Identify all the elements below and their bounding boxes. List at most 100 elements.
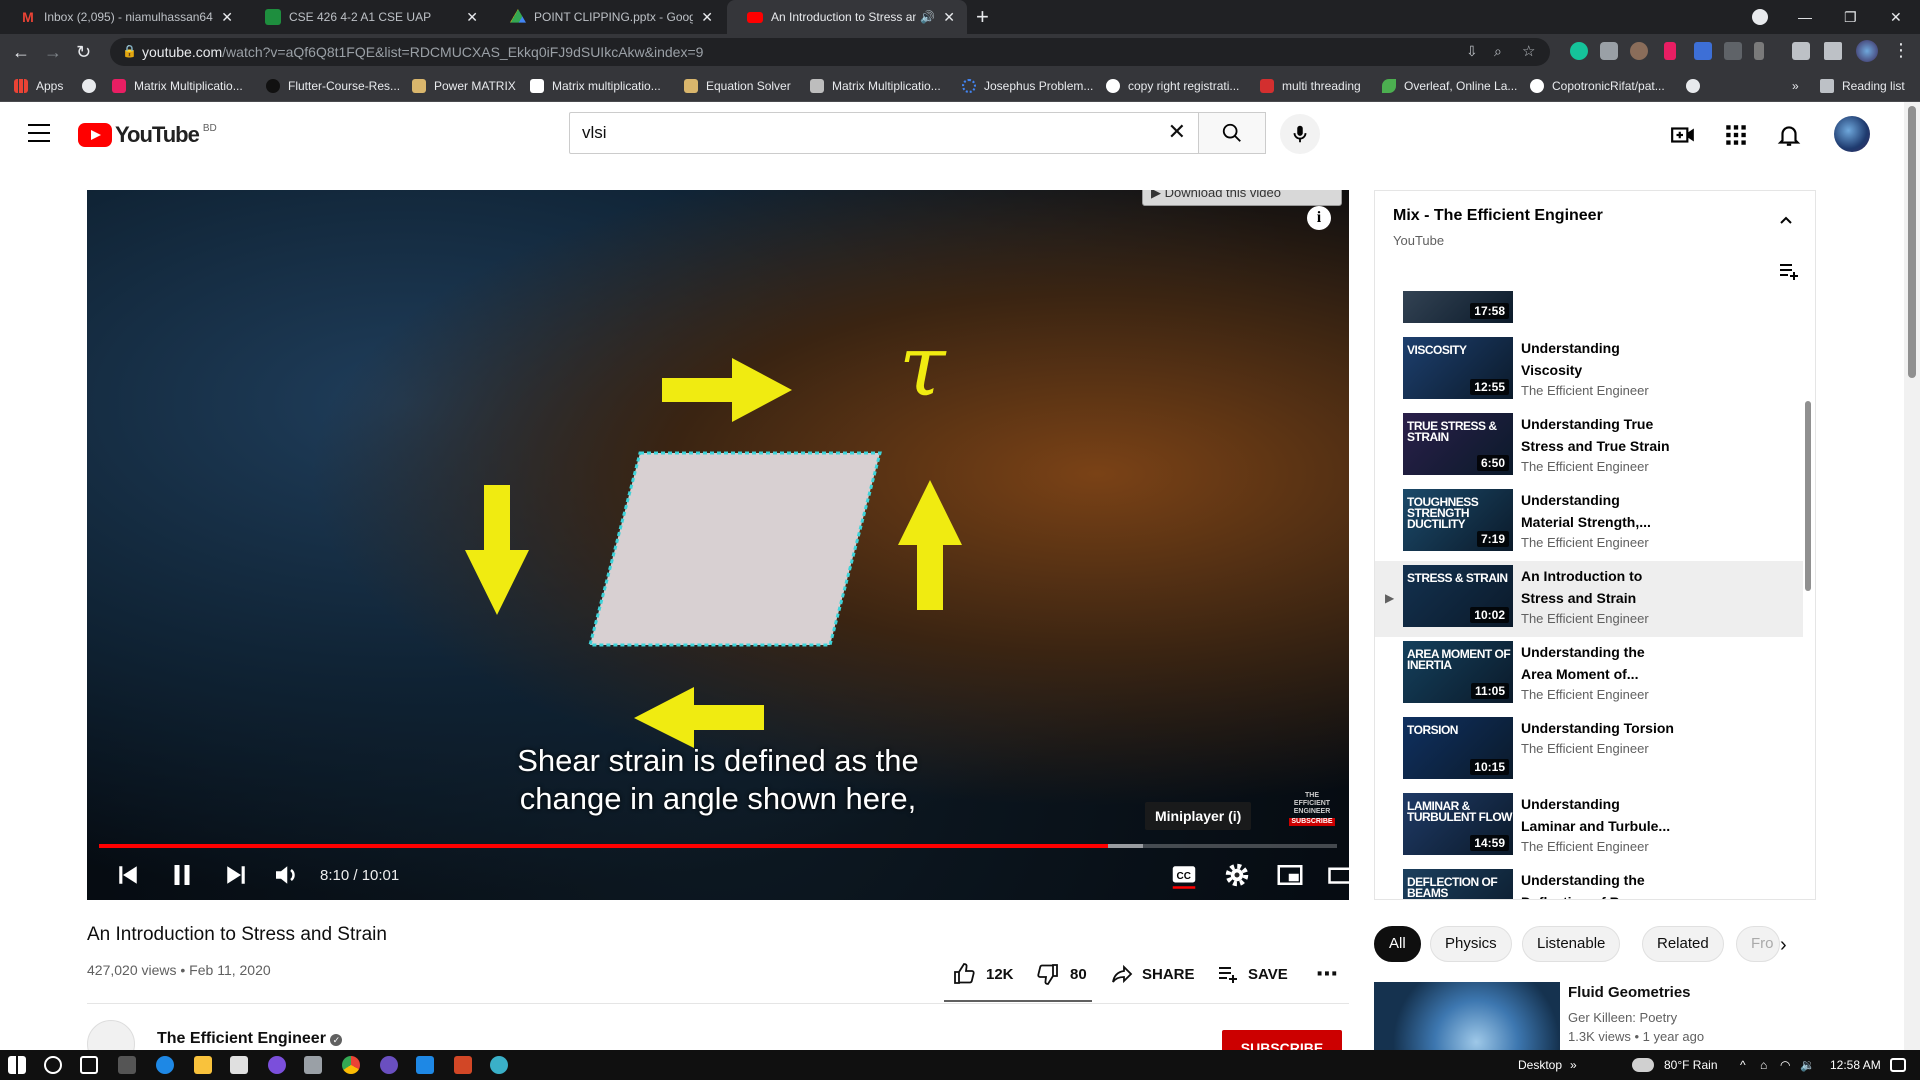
- chrome-icon[interactable]: [342, 1056, 360, 1074]
- playlist-thumbnail[interactable]: 17:58: [1403, 291, 1513, 323]
- pause-icon[interactable]: [167, 860, 197, 890]
- bookmark-item[interactable]: Josephus Problem...: [962, 70, 1093, 102]
- more-actions-icon[interactable]: ⋯: [1316, 956, 1338, 992]
- progress-bar[interactable]: [99, 844, 1337, 848]
- voice-search-button[interactable]: [1280, 114, 1320, 154]
- close-window-button[interactable]: ✕: [1890, 0, 1902, 34]
- next-icon[interactable]: [221, 860, 251, 890]
- desktop-label[interactable]: Desktop: [1518, 1058, 1562, 1072]
- search-box[interactable]: ✕: [569, 112, 1199, 154]
- playlist-scrollbar[interactable]: [1805, 401, 1811, 591]
- speaker-icon[interactable]: 🔊: [920, 10, 935, 24]
- chip-physics[interactable]: Physics: [1430, 926, 1512, 962]
- edge-icon[interactable]: [156, 1056, 174, 1074]
- bookmark-item[interactable]: multi threading: [1260, 70, 1361, 102]
- playlist-item-text[interactable]: Understanding True Stress and True Strain…: [1521, 413, 1691, 474]
- volume-icon[interactable]: [271, 860, 301, 890]
- playlist-item[interactable]: TOUGHNESS STRENGTH DUCTILITY 7:19 Understa…: [1375, 485, 1803, 561]
- channel-watermark[interactable]: THE EFFICIENT ENGINEER SUBSCRIBE: [1289, 792, 1335, 832]
- playlist-thumbnail[interactable]: AREA MOMENT OF INERTIA 11:05: [1403, 641, 1513, 703]
- mail-icon[interactable]: [230, 1056, 248, 1074]
- tray-chevron-icon[interactable]: ^: [1740, 1058, 1746, 1072]
- vscode-icon[interactable]: [416, 1056, 434, 1074]
- playlist-item[interactable]: TRUE STRESS & STRAIN 6:50 Understanding Tr…: [1375, 409, 1803, 485]
- playlist-item-text[interactable]: Understanding the Area Moment of... The Ef…: [1521, 641, 1691, 702]
- weather-cloud-icon[interactable]: [1632, 1058, 1654, 1072]
- playlist-item[interactable]: AREA MOMENT OF INERTIA 11:05 Understanding…: [1375, 637, 1803, 713]
- bookmark-item[interactable]: Matrix Multiplicatio...: [810, 70, 941, 102]
- chip-related[interactable]: Related: [1642, 926, 1724, 962]
- lock-icon[interactable]: 🔒: [122, 44, 137, 58]
- chevron-right-icon[interactable]: ›: [1780, 934, 1787, 957]
- clear-search-icon[interactable]: ✕: [1168, 119, 1186, 145]
- search-input[interactable]: [570, 113, 1130, 153]
- playlist-thumbnail[interactable]: TRUE STRESS & STRAIN 6:50: [1403, 413, 1513, 475]
- zoom-icon[interactable]: ⌕: [1494, 43, 1502, 60]
- file-explorer-icon[interactable]: [194, 1056, 212, 1074]
- chip-all[interactable]: All: [1374, 926, 1421, 962]
- playlist-item[interactable]: VISCOSITY 12:55 Understanding Viscosity The …: [1375, 333, 1803, 409]
- playlist-thumbnail[interactable]: STRESS & STRAIN 10:02: [1403, 565, 1513, 627]
- reload-icon[interactable]: ↻: [76, 42, 91, 63]
- bookmark-item[interactable]: Matrix Multiplicatio...: [112, 70, 243, 102]
- search-button[interactable]: [1198, 112, 1266, 154]
- playlist-thumbnail[interactable]: LAMINAR & TURBULENT FLOW 14:59: [1403, 793, 1513, 855]
- playlist-thumbnail[interactable]: DEFLECTION OF BEAMS: [1403, 869, 1513, 899]
- playlist-item[interactable]: 17:58The Efficient Engineer: [1375, 291, 1803, 333]
- app-icon[interactable]: [490, 1056, 508, 1074]
- apps-grid-icon[interactable]: [1723, 122, 1749, 148]
- dislike-count[interactable]: 80: [1070, 966, 1087, 983]
- tab-search-icon[interactable]: [1752, 0, 1768, 34]
- download-extension-icon[interactable]: [1694, 42, 1712, 60]
- theater-mode-icon[interactable]: [1327, 860, 1349, 890]
- playlist-item[interactable]: TORSION 10:15 Understanding Torsion The Eff…: [1375, 713, 1803, 789]
- new-tab-button[interactable]: +: [976, 4, 989, 30]
- previous-icon[interactable]: [113, 860, 143, 890]
- close-tab-icon[interactable]: ✕: [221, 9, 233, 26]
- collapse-chevron-icon[interactable]: [1779, 213, 1793, 227]
- messenger-icon[interactable]: [268, 1056, 286, 1074]
- playlist-item[interactable]: DEFLECTION OF BEAMS Understanding the Defl…: [1375, 865, 1803, 899]
- bookmark-star-icon[interactable]: ☆: [1522, 42, 1535, 60]
- minimize-button[interactable]: —: [1798, 0, 1812, 34]
- youtube-logo[interactable]: YouTube BD: [78, 122, 217, 148]
- play-extension-icon[interactable]: [1664, 42, 1676, 60]
- settings-gear-icon[interactable]: [1222, 860, 1252, 890]
- maximize-button[interactable]: ❐: [1844, 0, 1857, 34]
- eyedropper-extension-icon[interactable]: [1754, 42, 1764, 60]
- close-tab-icon[interactable]: ✕: [701, 9, 713, 26]
- channel-name[interactable]: The Efficient Engineer ✓: [157, 1030, 343, 1048]
- playlist-owner[interactable]: YouTube: [1393, 233, 1444, 248]
- tab-classroom[interactable]: CSE 426 4-2 A1 CSE UAP ✕: [245, 0, 490, 34]
- video-player[interactable]: ▶ Download this video i τ Shear strain i…: [87, 190, 1349, 900]
- scrollbar-thumb[interactable]: [1908, 106, 1916, 378]
- powerpoint-icon[interactable]: [454, 1056, 472, 1074]
- captions-icon[interactable]: CC: [1169, 860, 1199, 890]
- share-button[interactable]: SHARE: [1110, 956, 1195, 992]
- windows-start-icon[interactable]: [8, 1056, 26, 1074]
- bookmark-item[interactable]: [1686, 70, 1708, 102]
- thumbs-up-icon[interactable]: [952, 962, 976, 986]
- bookmark-item[interactable]: Flutter-Course-Res...: [266, 70, 400, 102]
- camera-extension-icon[interactable]: [1600, 42, 1618, 60]
- network-icon[interactable]: ⌂: [1760, 1058, 1767, 1072]
- playlist-thumbnail[interactable]: TOUGHNESS STRENGTH DUCTILITY 7:19: [1403, 489, 1513, 551]
- task-view-icon[interactable]: [80, 1056, 98, 1074]
- chip-from[interactable]: Fro: [1736, 926, 1780, 962]
- miniplayer-icon[interactable]: [1275, 860, 1305, 890]
- bookmark-item[interactable]: Power MATRIX: [412, 70, 516, 102]
- playlist-item-text[interactable]: Understanding the Deflection of Beams: [1521, 869, 1691, 899]
- playlist-item-text[interactable]: An Introduction to Stress and Strain The E…: [1521, 565, 1691, 626]
- playlist-title[interactable]: Mix - The Efficient Engineer: [1393, 207, 1603, 225]
- thumbs-down-icon[interactable]: [1036, 962, 1060, 986]
- bookmark-item[interactable]: [82, 70, 104, 102]
- bookmark-item[interactable]: Matrix multiplicatio...: [530, 70, 661, 102]
- playlist-thumbnail[interactable]: TORSION 10:15: [1403, 717, 1513, 779]
- bookmark-item[interactable]: copy right registrati...: [1106, 70, 1239, 102]
- playlist-item-text[interactable]: Understanding Laminar and Turbule... The E…: [1521, 793, 1691, 854]
- page-scrollbar[interactable]: [1904, 102, 1920, 1050]
- clock[interactable]: 12:58 AM: [1830, 1058, 1881, 1072]
- url-text[interactable]: youtube.com/watch?v=aQf6Q8t1FQE&list=RDC…: [142, 44, 703, 60]
- notifications-icon[interactable]: [1890, 1058, 1906, 1072]
- save-button[interactable]: SAVE: [1216, 956, 1288, 992]
